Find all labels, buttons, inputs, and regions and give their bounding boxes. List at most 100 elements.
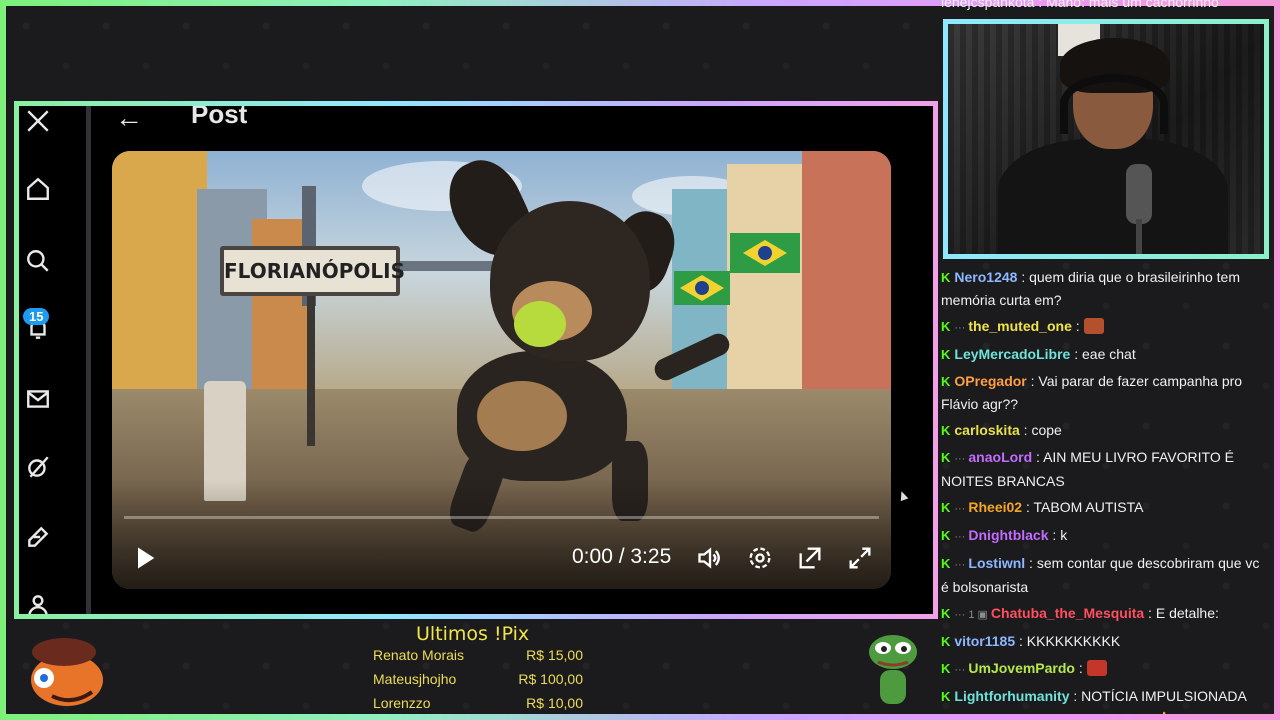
- page-title: Post: [191, 101, 248, 129]
- chat-text: eae chat: [1082, 346, 1136, 362]
- chat-separator: :: [1015, 633, 1027, 649]
- grok-icon[interactable]: [25, 454, 51, 480]
- chat-separator: :: [1026, 373, 1039, 389]
- messages-icon[interactable]: [25, 386, 51, 412]
- video-player[interactable]: FLORIANÓPOLIS 0:00 / 3:25: [112, 151, 891, 589]
- chat-user-badge: ···: [954, 531, 966, 543]
- chat-message: K OPregador : Vai parar de fazer campanha…: [941, 370, 1271, 415]
- webcam-overlay: [943, 19, 1269, 259]
- chat-separator: :: [1032, 449, 1044, 465]
- chat-username[interactable]: Rheei02: [968, 499, 1022, 515]
- search-icon[interactable]: [25, 248, 51, 274]
- brazil-flag: [674, 271, 730, 305]
- chat-message: K ··· the_muted_one :: [941, 315, 1271, 339]
- kick-badge-icon: K: [941, 528, 951, 543]
- pix-amount: R$ 15,00: [526, 647, 583, 663]
- tennis-ball: [514, 301, 566, 347]
- chat-partial-message: lehejcspankota : Mano: mais um cachorrin…: [941, 0, 1219, 10]
- city-sign: FLORIANÓPOLIS: [220, 246, 405, 296]
- kick-badge-icon: K: [941, 347, 951, 362]
- chat-emote-icon: [1086, 660, 1107, 676]
- microphone-stand: [1136, 219, 1142, 254]
- chat-message: K ··· Rheei02 : TABOM AUTISTA: [941, 496, 1271, 520]
- kick-badge-icon: K: [941, 606, 951, 621]
- chat-separator: :: [1022, 499, 1034, 515]
- x-logo-icon[interactable]: [25, 108, 51, 134]
- chat-panel: K Nero1248 : quem diria que o brasileirin…: [941, 266, 1271, 714]
- profile-icon[interactable]: [25, 592, 51, 614]
- kick-badge-icon: K: [941, 450, 951, 465]
- chat-user-badge: ···: [954, 609, 966, 621]
- chat-separator: :: [1070, 346, 1082, 362]
- sign-post: [307, 296, 315, 446]
- chat-message: Kcarloskita : cope: [941, 419, 1271, 442]
- play-icon[interactable]: [130, 541, 160, 575]
- chat-separator: :: [1071, 318, 1084, 334]
- chat-username[interactable]: UmJovemPardo: [968, 660, 1075, 676]
- kick-badge-icon: K: [941, 500, 951, 515]
- chat-username[interactable]: Lightforhumanity: [954, 688, 1069, 704]
- chat-user-badge: ···: [954, 503, 966, 515]
- chat-username[interactable]: Nero1248: [954, 269, 1017, 285]
- settings-icon[interactable]: [745, 541, 775, 575]
- chat-message: Kvitor1185 : KKKKKKKKKK: [941, 630, 1271, 653]
- chat-separator: :: [1048, 527, 1061, 543]
- chat-user-badge: ···: [954, 453, 966, 465]
- video-progress-bar[interactable]: [124, 516, 879, 519]
- back-arrow-icon[interactable]: ←: [115, 106, 143, 134]
- chat-separator: :: [1069, 688, 1082, 704]
- pix-amount: R$ 100,00: [518, 671, 583, 687]
- chat-username[interactable]: the_muted_one: [968, 318, 1071, 334]
- pix-donor-name: Mateusjhojho: [373, 671, 457, 687]
- fullscreen-icon[interactable]: [845, 541, 875, 575]
- chat-username[interactable]: LeyMercadoLibre: [954, 346, 1070, 362]
- chat-username[interactable]: Chatuba_the_Mesquita: [991, 605, 1144, 621]
- app-sidebar: 15: [19, 106, 89, 614]
- dog-chest: [477, 381, 567, 451]
- chat-text: KKKKKKKKKK: [1026, 633, 1121, 649]
- kick-badge-icon: K: [941, 270, 951, 285]
- chat-username[interactable]: anaoLord: [968, 449, 1032, 465]
- chat-separator: :: [1025, 555, 1037, 571]
- streamer-shirt: [998, 139, 1228, 254]
- chat-text: k: [1060, 527, 1068, 543]
- chat-user-badge: ···: [954, 559, 966, 571]
- chat-separator: :: [1019, 422, 1032, 438]
- chat-username[interactable]: OPregador: [954, 373, 1026, 389]
- chat-separator: :: [1074, 660, 1087, 676]
- chat-username[interactable]: carloskita: [954, 422, 1019, 438]
- headphones: [1060, 74, 1168, 134]
- microphone: [1126, 164, 1152, 224]
- mascot-emote: [31, 638, 103, 706]
- chat-message: K ··· anaoLord : AIN MEU LIVRO FAVORITO É …: [941, 446, 1271, 492]
- chat-text: TABOM AUTISTA: [1033, 499, 1144, 515]
- edit-icon[interactable]: [25, 524, 51, 550]
- chat-user-badge: ···: [954, 322, 966, 334]
- brazil-flag: [730, 233, 800, 273]
- chat-username[interactable]: vitor1185: [954, 633, 1015, 649]
- chat-username[interactable]: Dnightblack: [968, 527, 1048, 543]
- chat-username[interactable]: Lostiwnl: [968, 555, 1025, 571]
- home-icon[interactable]: [25, 176, 51, 202]
- chat-message: K ··· Dnightblack : k: [941, 524, 1271, 548]
- sidebar-divider: [86, 106, 91, 614]
- shared-screen: 15 ← Post FLORIANÓPOLIS 0:00 / 3:25: [14, 101, 938, 619]
- volume-icon[interactable]: [695, 541, 725, 575]
- chat-message: K Nero1248 : quem diria que o brasileirin…: [941, 266, 1271, 311]
- chat-emote-icon: [1083, 318, 1104, 334]
- pepe-emote: [869, 635, 917, 704]
- chat-message: K LeyMercadoLibre : eae chat: [941, 343, 1271, 366]
- chat-user-badge: 1: [968, 609, 975, 621]
- chat-separator: :: [1017, 269, 1030, 285]
- pip-icon[interactable]: [795, 541, 825, 575]
- pix-amount: R$ 10,00: [526, 695, 583, 711]
- chat-separator: :: [1144, 605, 1156, 621]
- kick-badge-icon: K: [941, 319, 951, 334]
- pix-donor-name: Lorenzzo: [373, 695, 431, 711]
- video-time: 0:00 / 3:25: [572, 545, 672, 568]
- pix-donor-name: Renato Morais: [373, 647, 465, 663]
- video-controls: 0:00 / 3:25: [112, 541, 891, 575]
- kick-badge-icon: K: [941, 661, 951, 676]
- chat-message: K ··· 1 ▣ Chatuba_the_Mesquita : E detalhe:: [941, 602, 1271, 626]
- chat-message: K ··· Lostiwnl : sem contar que descobrira…: [941, 552, 1271, 598]
